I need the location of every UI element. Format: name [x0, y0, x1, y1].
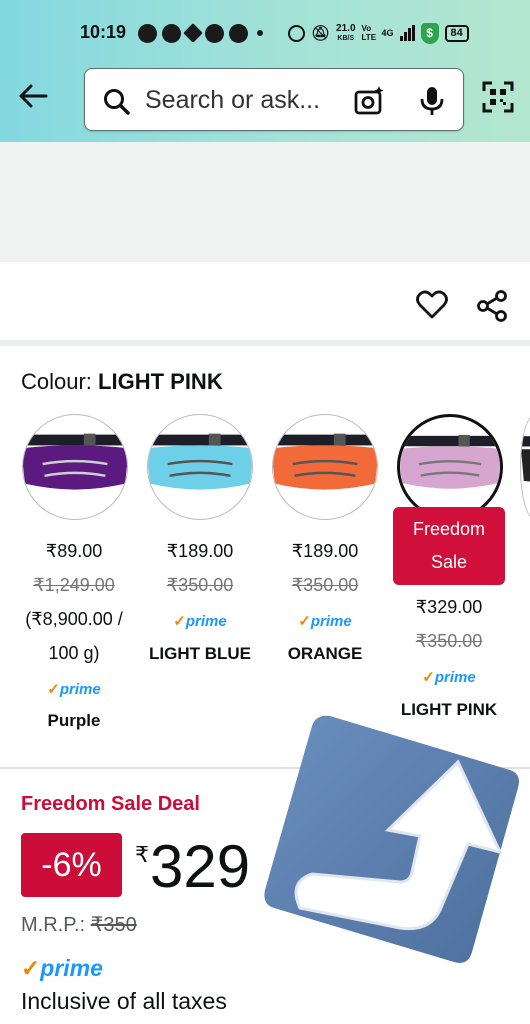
- variant-mrp: ₹350.00: [291, 575, 359, 595]
- colour-swatch-light-blue[interactable]: [147, 414, 253, 520]
- qr-scanner-icon[interactable]: [482, 81, 514, 113]
- express-icon: [229, 23, 248, 43]
- battery-level: 84: [450, 26, 463, 39]
- badge-line2: Sale: [430, 552, 468, 572]
- colour-swatch-purple[interactable]: [22, 414, 128, 520]
- variant-price: ₹189.00: [166, 541, 234, 561]
- variant-mrp: ₹350.00: [415, 631, 483, 651]
- variant-name: LIGHT BLUE: [149, 644, 251, 663]
- search-input[interactable]: Search or ask...: [145, 86, 320, 115]
- network-type: 4G: [381, 28, 394, 38]
- search-icon: [104, 89, 130, 115]
- security-shield-icon: $: [420, 22, 439, 44]
- bag-image-purple: [23, 433, 127, 490]
- product-image-area[interactable]: [0, 142, 530, 262]
- telegram-icon: [183, 23, 203, 43]
- colour-selector-label: Colour: LIGHT PINK: [21, 369, 223, 395]
- discount-badge: -6%: [21, 833, 122, 897]
- search-bar[interactable]: Search or ask...: [84, 68, 464, 131]
- bag-image-next: [521, 436, 530, 482]
- variant-price: ₹189.00: [291, 541, 359, 561]
- camera-search-icon[interactable]: [353, 85, 385, 117]
- share-icon[interactable]: [476, 290, 508, 322]
- deal-title: Freedom Sale Deal: [21, 793, 200, 815]
- whatsapp-icon: [138, 23, 157, 43]
- app-header: 10:19 🔕︎ 21.0KB/S Vo LTE 4G $ 84 Search: [0, 0, 530, 142]
- variant-price: ₹329.00: [415, 597, 483, 617]
- google-icon: [205, 23, 224, 43]
- mrp-label: M.R.P.:: [21, 914, 91, 936]
- status-time: 10:19: [80, 22, 127, 42]
- signal-icon: [399, 25, 415, 41]
- status-bar: 10:19 🔕︎ 21.0 KB/S Vo LTE 4G $ 84: [0, 18, 530, 48]
- notification-icons: [138, 21, 267, 45]
- back-arrow-icon[interactable]: [18, 84, 48, 108]
- bag-image-orange: [273, 433, 377, 490]
- unit-price-line1: (₹8,900.00 /: [25, 609, 123, 629]
- badge-line1: Freedom: [412, 519, 486, 539]
- price-currency: ₹: [135, 842, 149, 867]
- prime-badge: ✓prime: [47, 681, 101, 698]
- alarm-icon: [288, 24, 305, 42]
- prime-badge: ✓prime: [298, 613, 352, 630]
- variant-name: Purple: [47, 711, 101, 730]
- colour-label-prefix: Colour:: [21, 369, 99, 394]
- mute-icon: 🔕︎: [311, 25, 331, 42]
- tax-info: Inclusive of all taxes: [21, 988, 227, 1014]
- wishlist-heart-icon[interactable]: [416, 290, 448, 320]
- deal-price: 329: [150, 833, 251, 900]
- colour-swatch-light-pink[interactable]: [397, 414, 503, 520]
- colour-swatch-orange[interactable]: [272, 414, 378, 520]
- share-arrow-overlay-icon[interactable]: [260, 712, 522, 970]
- freedom-sale-badge: Freedom Sale: [393, 507, 505, 585]
- selected-colour-name: LIGHT PINK: [98, 369, 223, 394]
- more-notifications-icon: [257, 30, 263, 36]
- volte-label: Vo LTE: [361, 24, 377, 42]
- mrp-line: M.R.P.: ₹350: [21, 912, 137, 937]
- variant-name: ORANGE: [287, 644, 363, 663]
- battery-icon: 84: [444, 24, 469, 42]
- product-actions-row: [0, 262, 530, 340]
- mrp-value: ₹350: [90, 914, 137, 936]
- system-status-icons: 🔕︎ 21.0 KB/S Vo LTE 4G $ 84: [288, 21, 469, 45]
- microphone-icon[interactable]: [419, 85, 445, 117]
- variant-mrp: ₹1,249.00: [33, 575, 115, 595]
- prime-badge: ✓prime: [173, 613, 227, 630]
- variant-unit-price: (₹8,900.00 / 100 g): [9, 602, 139, 670]
- bag-image-light-blue: [148, 433, 252, 490]
- colour-swatch-next[interactable]: [520, 414, 530, 520]
- variant-price: ₹89.00: [45, 541, 103, 561]
- section-divider: [0, 340, 530, 346]
- unit-price-line2: 100 g): [48, 643, 100, 663]
- variant-mrp: ₹350.00: [166, 575, 234, 595]
- network-speed: 21.0 KB/S: [336, 22, 356, 42]
- bag-image-light-pink: [400, 434, 500, 489]
- prime-logo: ✓prime: [21, 955, 103, 981]
- prime-badge: ✓prime: [422, 669, 476, 686]
- chat-icon: [162, 23, 181, 43]
